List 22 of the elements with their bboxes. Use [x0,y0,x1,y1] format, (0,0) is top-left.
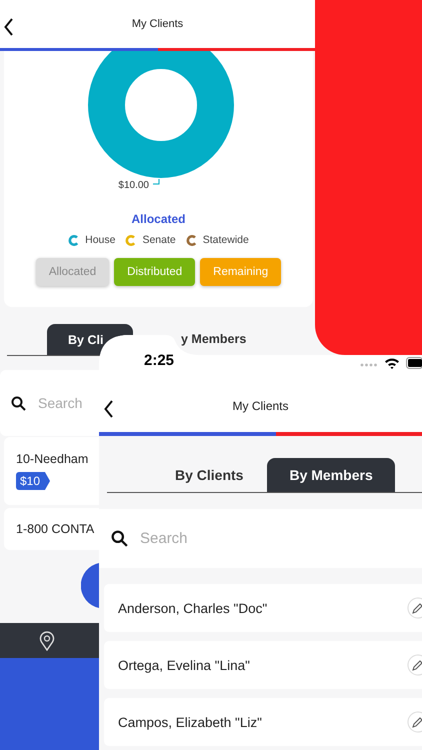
tab[interactable]: By Members [267,458,395,492]
client-card[interactable]: 10-Needham $10 [4,437,99,505]
member-row[interactable]: Campos, Elizabeth "Liz" [104,698,422,746]
amount-tag: $10 [16,472,50,490]
member-name: Campos, Elizabeth "Liz" [118,714,262,730]
tab[interactable]: By Clients [168,458,244,492]
legend-label: Senate [142,234,176,246]
screen-title: My Clients [232,399,288,413]
client-card[interactable]: 1-800 CONTA [4,508,99,550]
member-name: Ortega, Evelina "Lina" [118,658,250,672]
legend-label: Statewide [202,234,249,246]
client-name: 10-Needham [16,452,88,466]
client-name: 1-800 CONTA [16,522,94,536]
chart-title: Allocated [131,212,186,226]
screen-title: My Clients [132,18,184,30]
tab[interactable]: y Members [181,332,246,346]
member-row[interactable]: Anderson, Charles "Doc" [104,584,422,632]
value-label: $10.00 [118,180,149,191]
status-time: 2:25 [144,352,174,369]
legend-label: House [85,234,116,246]
member-name: Anderson, Charles "Doc" [118,600,268,616]
member-row[interactable]: Ortega, Evelina "Lina" [104,641,422,689]
